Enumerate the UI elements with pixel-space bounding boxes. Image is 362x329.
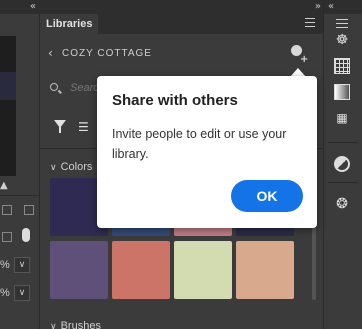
popup-body: Invite people to edit or use your librar…: [112, 127, 287, 161]
left-panel-topbar: «: [0, 0, 40, 14]
library-header: ‹ COZY COTTAGE +: [40, 40, 323, 68]
adjustments-icon[interactable]: [334, 156, 350, 172]
grid-icon[interactable]: [24, 205, 34, 215]
share-popup: Share with others Invite people to edit …: [97, 76, 317, 228]
right-strip-topbar: «: [324, 0, 362, 14]
patterns-icon[interactable]: ▦: [334, 110, 350, 126]
ok-button[interactable]: OK: [231, 180, 303, 212]
colors-section-label: Colors: [60, 161, 93, 173]
grid-icon[interactable]: [2, 205, 12, 215]
filter-icon[interactable]: [54, 120, 66, 133]
person-add-icon[interactable]: +: [288, 44, 308, 65]
libraries-icon[interactable]: ☸: [334, 32, 350, 48]
toggle-switch[interactable]: [22, 228, 30, 242]
collapse-double-chevron-icon[interactable]: »: [315, 1, 321, 12]
tab-libraries[interactable]: Libraries: [40, 14, 99, 34]
back-chevron-icon[interactable]: ‹: [48, 46, 53, 60]
panel-menu-icon[interactable]: [336, 19, 348, 29]
divider: [0, 195, 40, 196]
brushes-section-header[interactable]: ∨ Brushes: [50, 320, 101, 329]
divider: [328, 182, 358, 183]
color-swatch[interactable]: [112, 241, 170, 299]
color-swatch[interactable]: [236, 241, 294, 299]
opacity-dropdown[interactable]: ∨: [14, 257, 30, 273]
canvas-preview-highlight: [0, 72, 16, 100]
library-name: COZY COTTAGE: [62, 48, 152, 59]
color-swatch[interactable]: [50, 241, 108, 299]
panel-menu-icon[interactable]: [305, 18, 315, 28]
chevron-down-icon: ∨: [50, 163, 57, 173]
divider: [328, 142, 358, 143]
fill-percent: %: [0, 287, 10, 299]
chevron-down-icon: ∨: [50, 322, 57, 329]
channels-icon[interactable]: ❂: [334, 196, 350, 212]
right-icon-strip: « ☸ ▦ ❂: [323, 0, 362, 329]
lock-icon[interactable]: [2, 232, 12, 242]
swatches-grid-icon[interactable]: [334, 58, 350, 74]
collapse-double-chevron-icon[interactable]: «: [328, 1, 334, 12]
search-icon: [50, 83, 58, 91]
libraries-tabbar: Libraries: [40, 14, 323, 34]
canvas-preview: [0, 36, 16, 176]
gradient-icon[interactable]: [334, 84, 350, 100]
libraries-topbar: »: [40, 0, 323, 14]
sort-icon[interactable]: ☰: [78, 120, 89, 134]
popup-title: Share with others: [112, 92, 238, 109]
collapse-left-icon[interactable]: «: [30, 1, 36, 12]
opacity-percent: %: [0, 259, 10, 271]
triangle-up-icon[interactable]: ▲: [0, 180, 8, 191]
left-panel-strip: « ▲ % ∨ % ∨: [0, 0, 40, 329]
color-swatch[interactable]: [174, 241, 232, 299]
brushes-section-label: Brushes: [60, 320, 101, 329]
app-window: « ▲ % ∨ % ∨ » Libraries ‹ COZY COTTAGE +: [0, 0, 362, 329]
colors-section-header[interactable]: ∨ Colors: [50, 161, 92, 173]
fill-dropdown[interactable]: ∨: [14, 285, 30, 301]
